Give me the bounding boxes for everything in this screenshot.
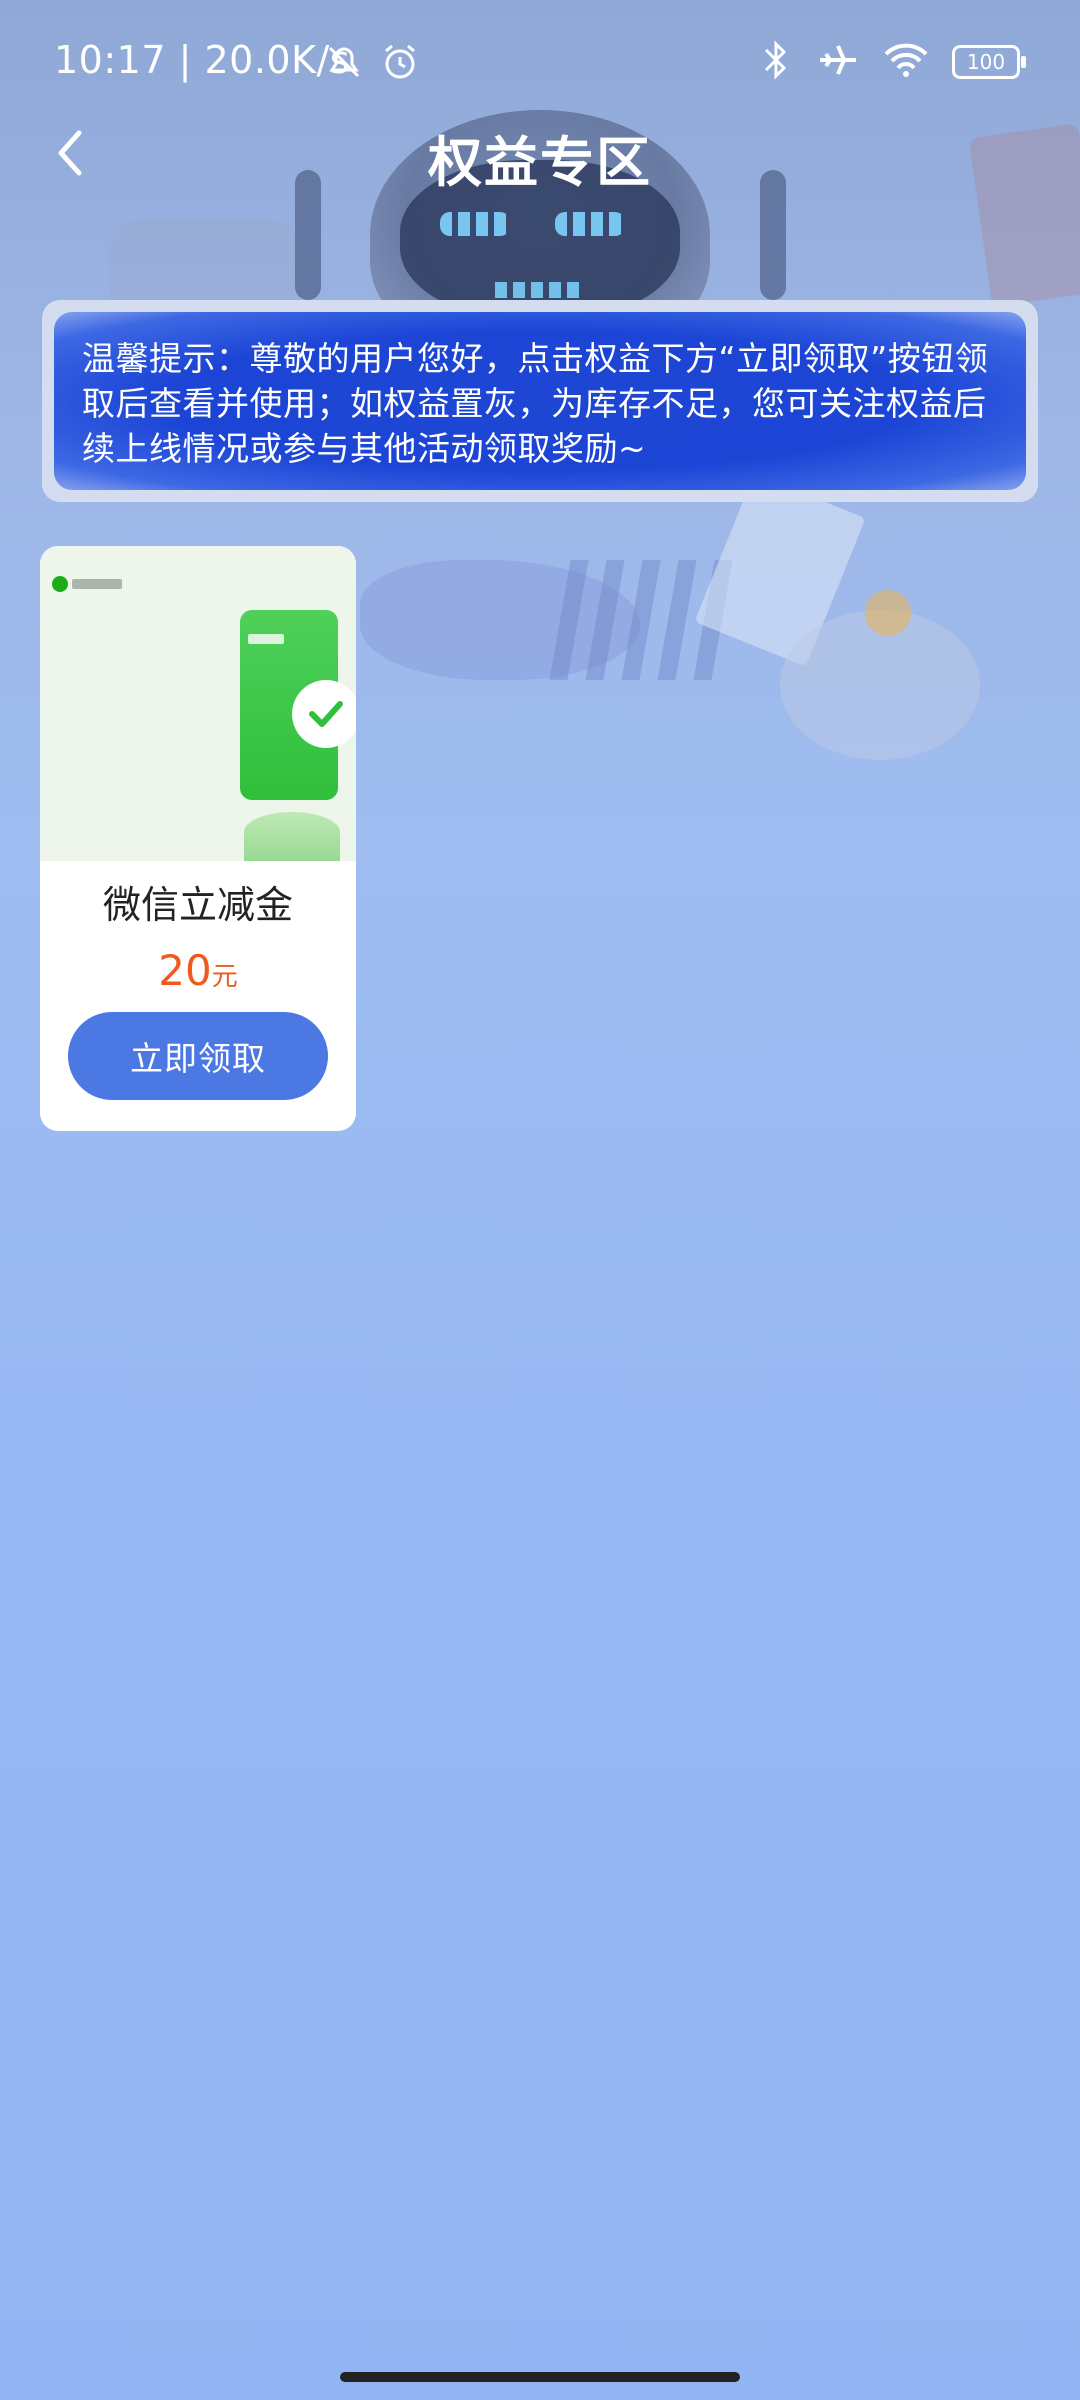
benefit-name: 微信立减金	[102, 883, 293, 927]
price-value: 20	[158, 946, 212, 995]
benefit-image	[40, 546, 356, 861]
home-indicator[interactable]	[340, 2372, 740, 2382]
page-title: 权益专区	[428, 131, 652, 194]
status-icons: 100	[758, 38, 1026, 86]
page: 10:17 | 20.0K/s 100 权益专区 温馨提示：尊敬的用户您好，点击…	[0, 0, 1080, 2400]
brand-text-graphic	[72, 579, 122, 589]
wechat-voucher-graphic	[240, 610, 356, 800]
notice-text: 温馨提示：尊敬的用户您好，点击权益下方“立即领取”按钮领取后查看并使用；如权益置…	[54, 312, 1026, 490]
decor-bar-graphic	[549, 560, 751, 680]
piggy-bank-graphic	[780, 610, 980, 760]
wechat-check-icon	[292, 680, 356, 748]
status-bar: 10:17 | 20.0K/s 100	[0, 0, 1080, 120]
check-circle-icon	[52, 576, 68, 592]
benefit-price: 20元	[40, 946, 356, 995]
decor-shape	[360, 560, 640, 680]
decor-document	[694, 473, 866, 667]
status-time: 10:17 | 20.0K/s	[54, 38, 351, 82]
airplane-icon	[816, 38, 860, 86]
notice-banner: 温馨提示：尊敬的用户您好，点击权益下方“立即领取”按钮领取后查看并使用；如权益置…	[42, 300, 1038, 502]
wifi-icon	[882, 38, 930, 86]
mute-icon	[322, 40, 366, 88]
voucher-title-graphic	[248, 634, 284, 644]
robot-eye	[555, 212, 625, 236]
cylinder-graphic	[244, 812, 340, 861]
alarm-icon	[378, 40, 422, 88]
claim-now-button[interactable]: 立即领取	[68, 1012, 328, 1100]
benefit-card: 微信立减金 20元 立即领取	[40, 546, 356, 1131]
robot-mouth	[495, 282, 580, 298]
battery-icon: 100	[952, 45, 1026, 79]
bluetooth-icon	[758, 38, 794, 86]
coin-graphic	[865, 590, 911, 636]
price-unit: 元	[211, 962, 238, 992]
robot-eye	[440, 212, 510, 236]
wechat-pay-logo	[52, 576, 122, 592]
